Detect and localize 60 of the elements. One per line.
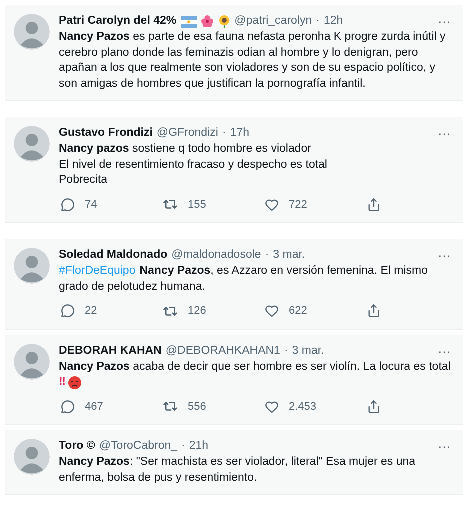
share-icon[interactable] [367,400,381,414]
more-options-button[interactable]: ··· [438,14,451,29]
reply-count: 74 [85,198,98,212]
tweet-text: El nivel de resentimiento fracaso y despecho es total [59,158,328,172]
reply-count: 467 [85,400,104,414]
share-icon[interactable] [367,304,381,318]
tweet-time[interactable]: 3 mar. [273,248,306,263]
reply-icon[interactable] [61,198,75,212]
exclamation-marks: ‼ [59,375,66,390]
angry-face-icon [68,376,82,390]
flower-icon [200,15,214,28]
more-options-button[interactable]: ··· [438,439,451,454]
more-options-button[interactable]: ··· [438,248,451,263]
share-icon[interactable] [367,198,381,212]
like-count: 2.453 [289,400,317,414]
more-options-button[interactable]: ··· [438,344,451,358]
user-name[interactable]: Gustavo Frondizi [59,126,153,141]
tweet-time[interactable]: 3 mar. [292,344,324,358]
avatar[interactable] [14,439,50,475]
user-name[interactable]: Patri Carolyn del 42% [59,14,177,29]
user-handle[interactable]: @DEBORAHKAHAN1 [166,344,280,358]
tweet-text: Nancy Pazos acaba de decir que ser hombre es ser violín. La locura es total [59,360,451,374]
reply-count: 22 [85,304,98,319]
tweet-text: Nancy Pazos es parte de esa fauna nefasta peronha K progre zurda inútil y cerebro plano donde las feminazis odian al hombre y lo denigran, pero apañan a los que realmente son violadores y son de su espacio político, y son amigas de hombres que justifican la pornografía infantil. [59,30,447,92]
like-icon[interactable] [265,304,279,318]
separator-dot: · [316,14,320,29]
separator-dot: · [222,126,226,141]
tweet-text: #FlorDeEquipo Nancy Pazos, es Azzaro en versión femenina. El mismo grado de pelotudez humana. [59,264,429,294]
flag-icon [180,16,197,28]
like-icon[interactable] [265,198,279,212]
separator-dot: · [265,248,270,263]
retweet-count: 155 [188,198,206,212]
retweet-count: 556 [188,400,206,414]
user-name[interactable]: Soledad Maldonado [59,248,168,263]
tweet-time[interactable]: 21h [189,439,209,454]
tweet-time[interactable]: 12h [324,14,344,29]
tweet-text: Nancy pazos sostiene q todo hombre es violador [59,142,313,157]
sunflower-icon [218,15,231,28]
tweet-text: Pobrecita [59,173,109,188]
tweet-text: Nancy Pazos: "Ser machista es ser violador, literal" Esa mujer es una enferma, bolsa de pus y resentimiento. [59,455,417,486]
tweet-time[interactable]: 17h [230,126,250,141]
user-handle[interactable]: @GFrondizi [156,126,218,141]
user-handle[interactable]: @ToroCabron_ [99,439,178,454]
avatar[interactable] [14,344,50,380]
like-count: 722 [289,198,308,212]
like-icon[interactable] [265,400,279,414]
avatar[interactable] [14,248,50,284]
user-name[interactable]: Toro © [59,439,96,454]
user-handle[interactable]: @maldonadosole [172,248,262,263]
separator-dot: · [182,439,186,454]
avatar[interactable] [14,126,50,162]
avatar[interactable] [14,14,50,50]
like-count: 622 [289,304,308,319]
reply-icon[interactable] [61,400,75,414]
reply-icon[interactable] [61,304,75,318]
user-handle[interactable]: @patri_carolyn [234,14,312,29]
user-name[interactable]: DEBORAH KAHAN [59,344,162,358]
separator-dot: · [284,344,288,358]
retweet-count: 126 [188,304,206,319]
more-options-button[interactable]: ··· [438,126,451,141]
